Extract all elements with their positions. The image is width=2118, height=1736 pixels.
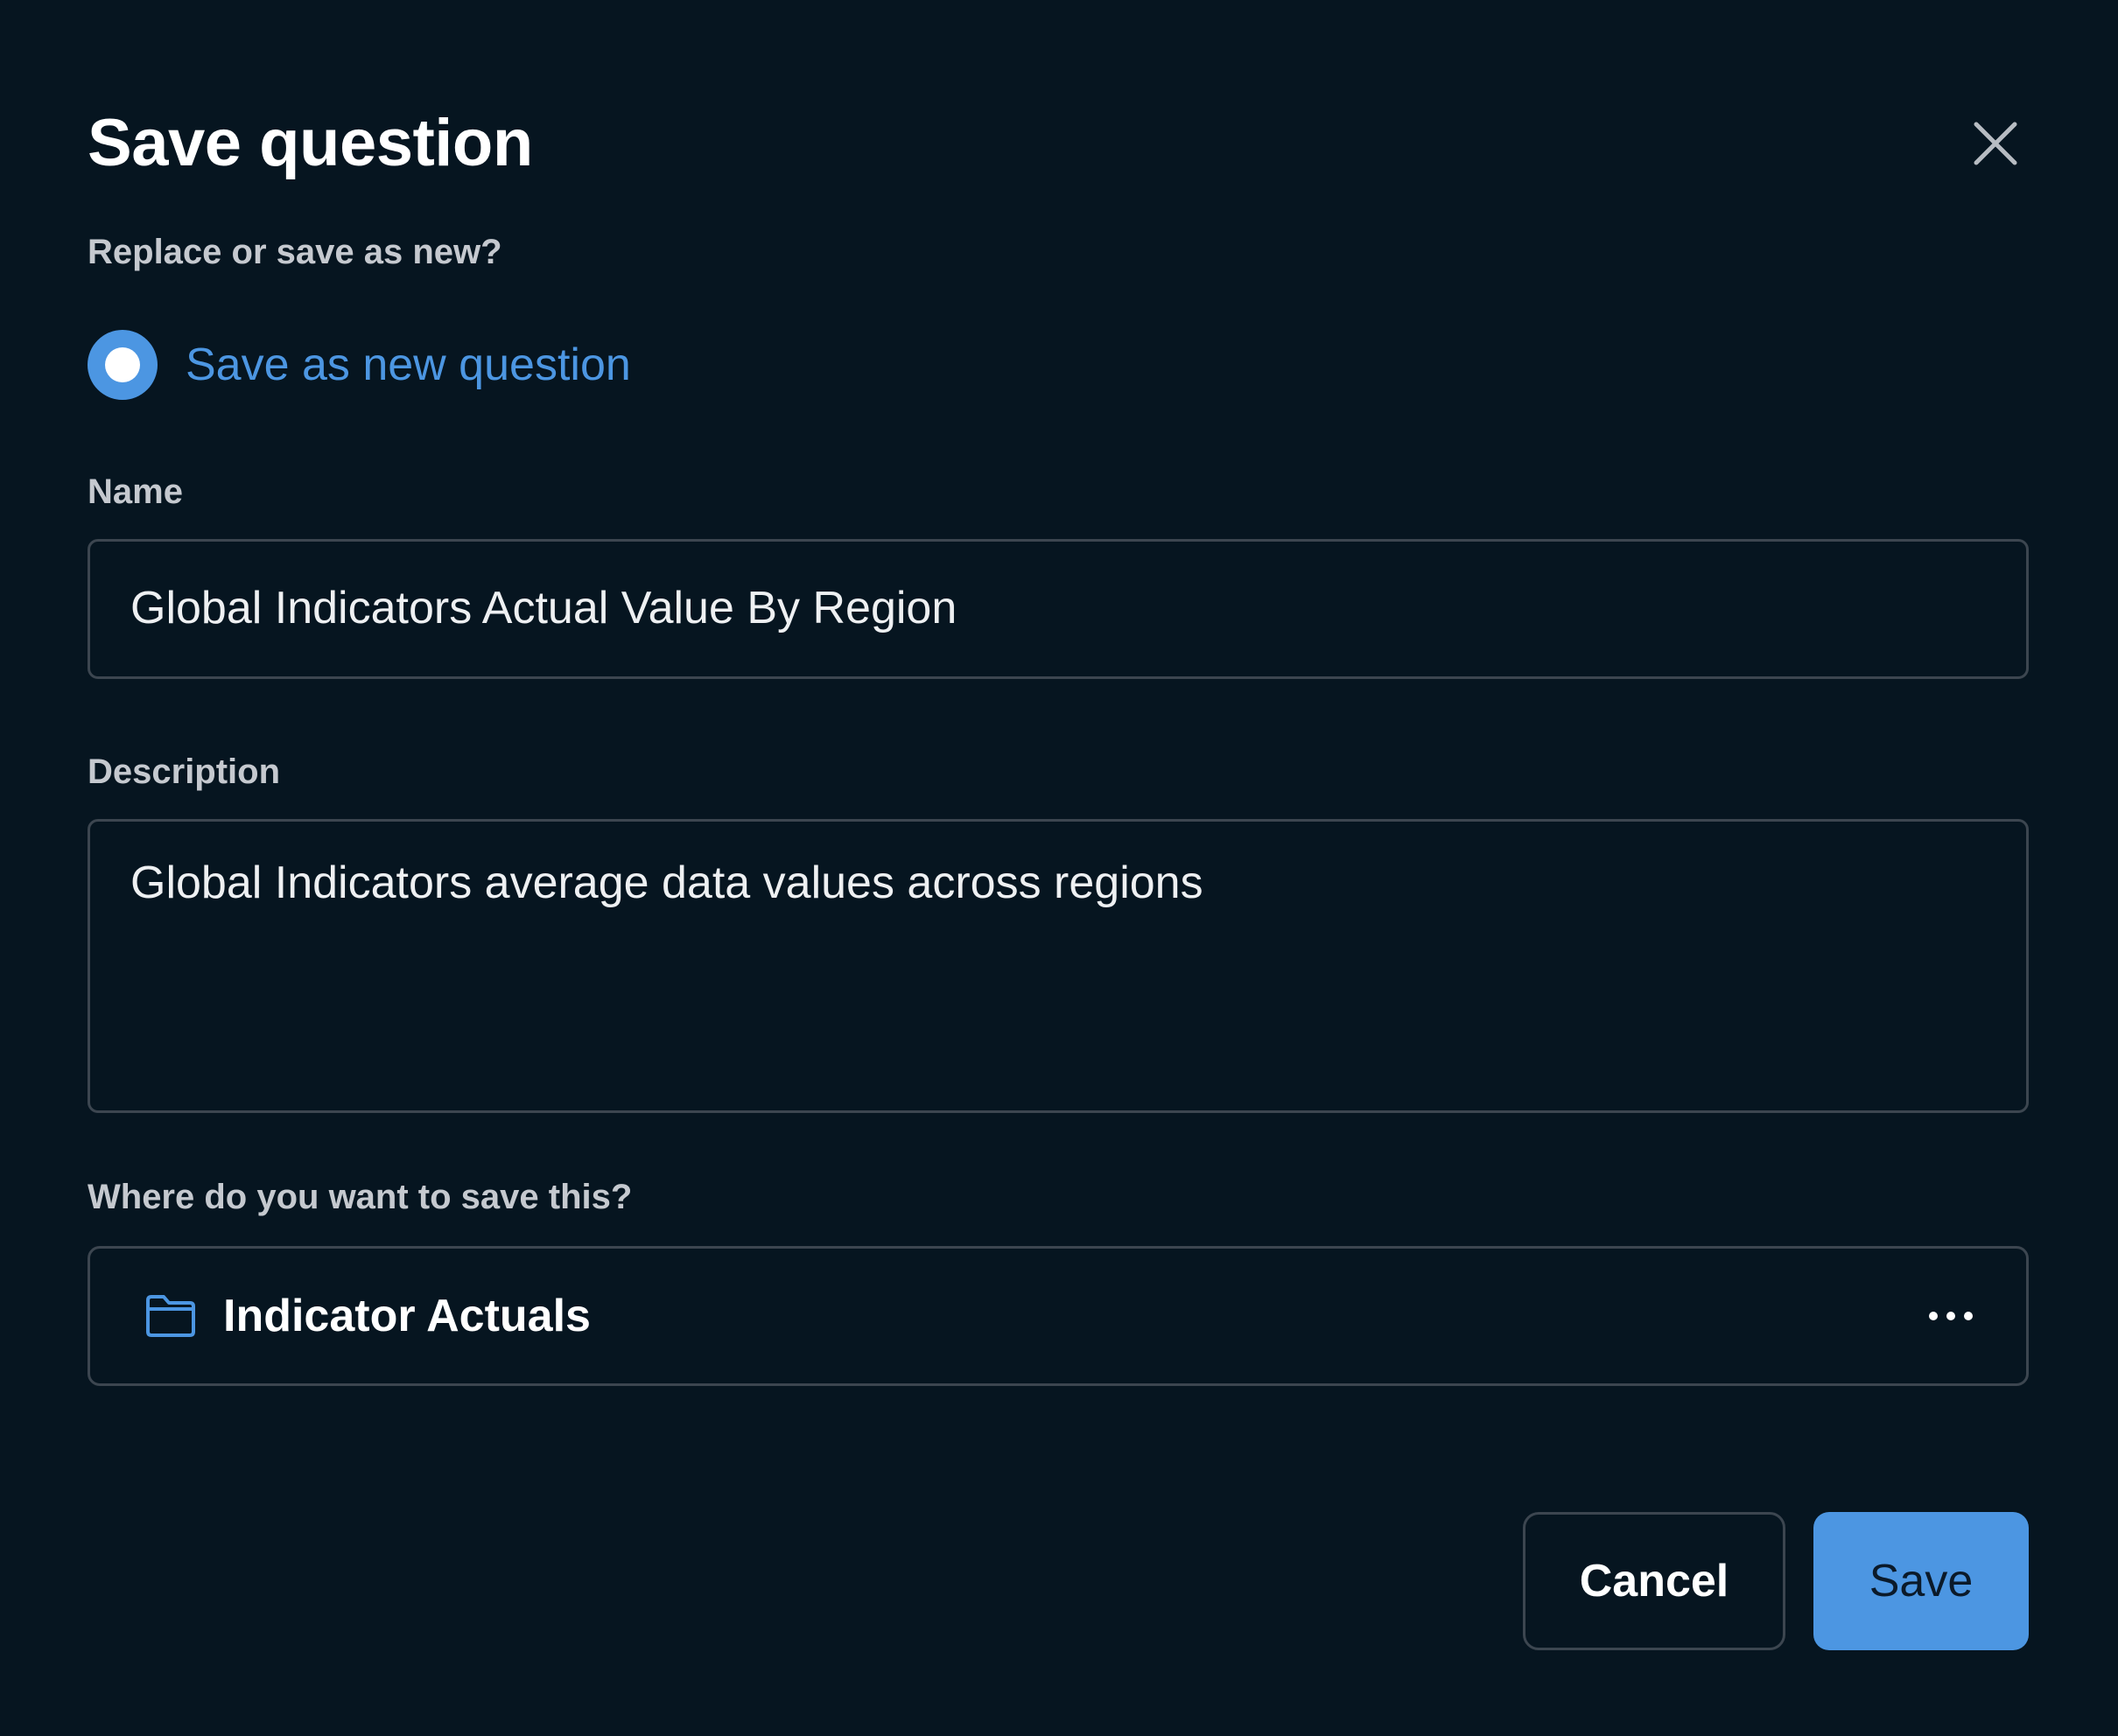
name-field-wrapper — [88, 539, 2029, 679]
save-button[interactable]: Save — [1813, 1512, 2029, 1650]
description-label: Description — [88, 752, 281, 791]
folder-icon — [146, 1295, 195, 1337]
description-input[interactable]: Global Indicators average data values ac… — [90, 822, 2026, 1107]
close-icon — [1974, 122, 2017, 165]
location-label: Where do you want to save this? — [88, 1178, 633, 1216]
save-as-new-radio[interactable]: Save as new question — [88, 329, 631, 401]
name-input[interactable] — [90, 542, 2026, 675]
collection-picker[interactable]: Indicator Actuals — [88, 1246, 2029, 1386]
save-as-new-label[interactable]: Save as new question — [186, 329, 631, 401]
close-button[interactable] — [1964, 112, 2027, 175]
radio-selected-icon[interactable] — [88, 330, 158, 400]
collection-name: Indicator Actuals — [223, 1291, 591, 1341]
name-label: Name — [88, 472, 183, 511]
ellipsis-icon[interactable] — [1926, 1307, 1975, 1325]
description-field-wrapper: Global Indicators average data values ac… — [88, 819, 2029, 1113]
cancel-button[interactable]: Cancel — [1523, 1512, 1785, 1650]
replace-or-new-label: Replace or save as new? — [88, 233, 502, 271]
dialog-title: Save question — [88, 106, 533, 180]
save-question-dialog: Save question Replace or save as new? Sa… — [0, 0, 2118, 1736]
